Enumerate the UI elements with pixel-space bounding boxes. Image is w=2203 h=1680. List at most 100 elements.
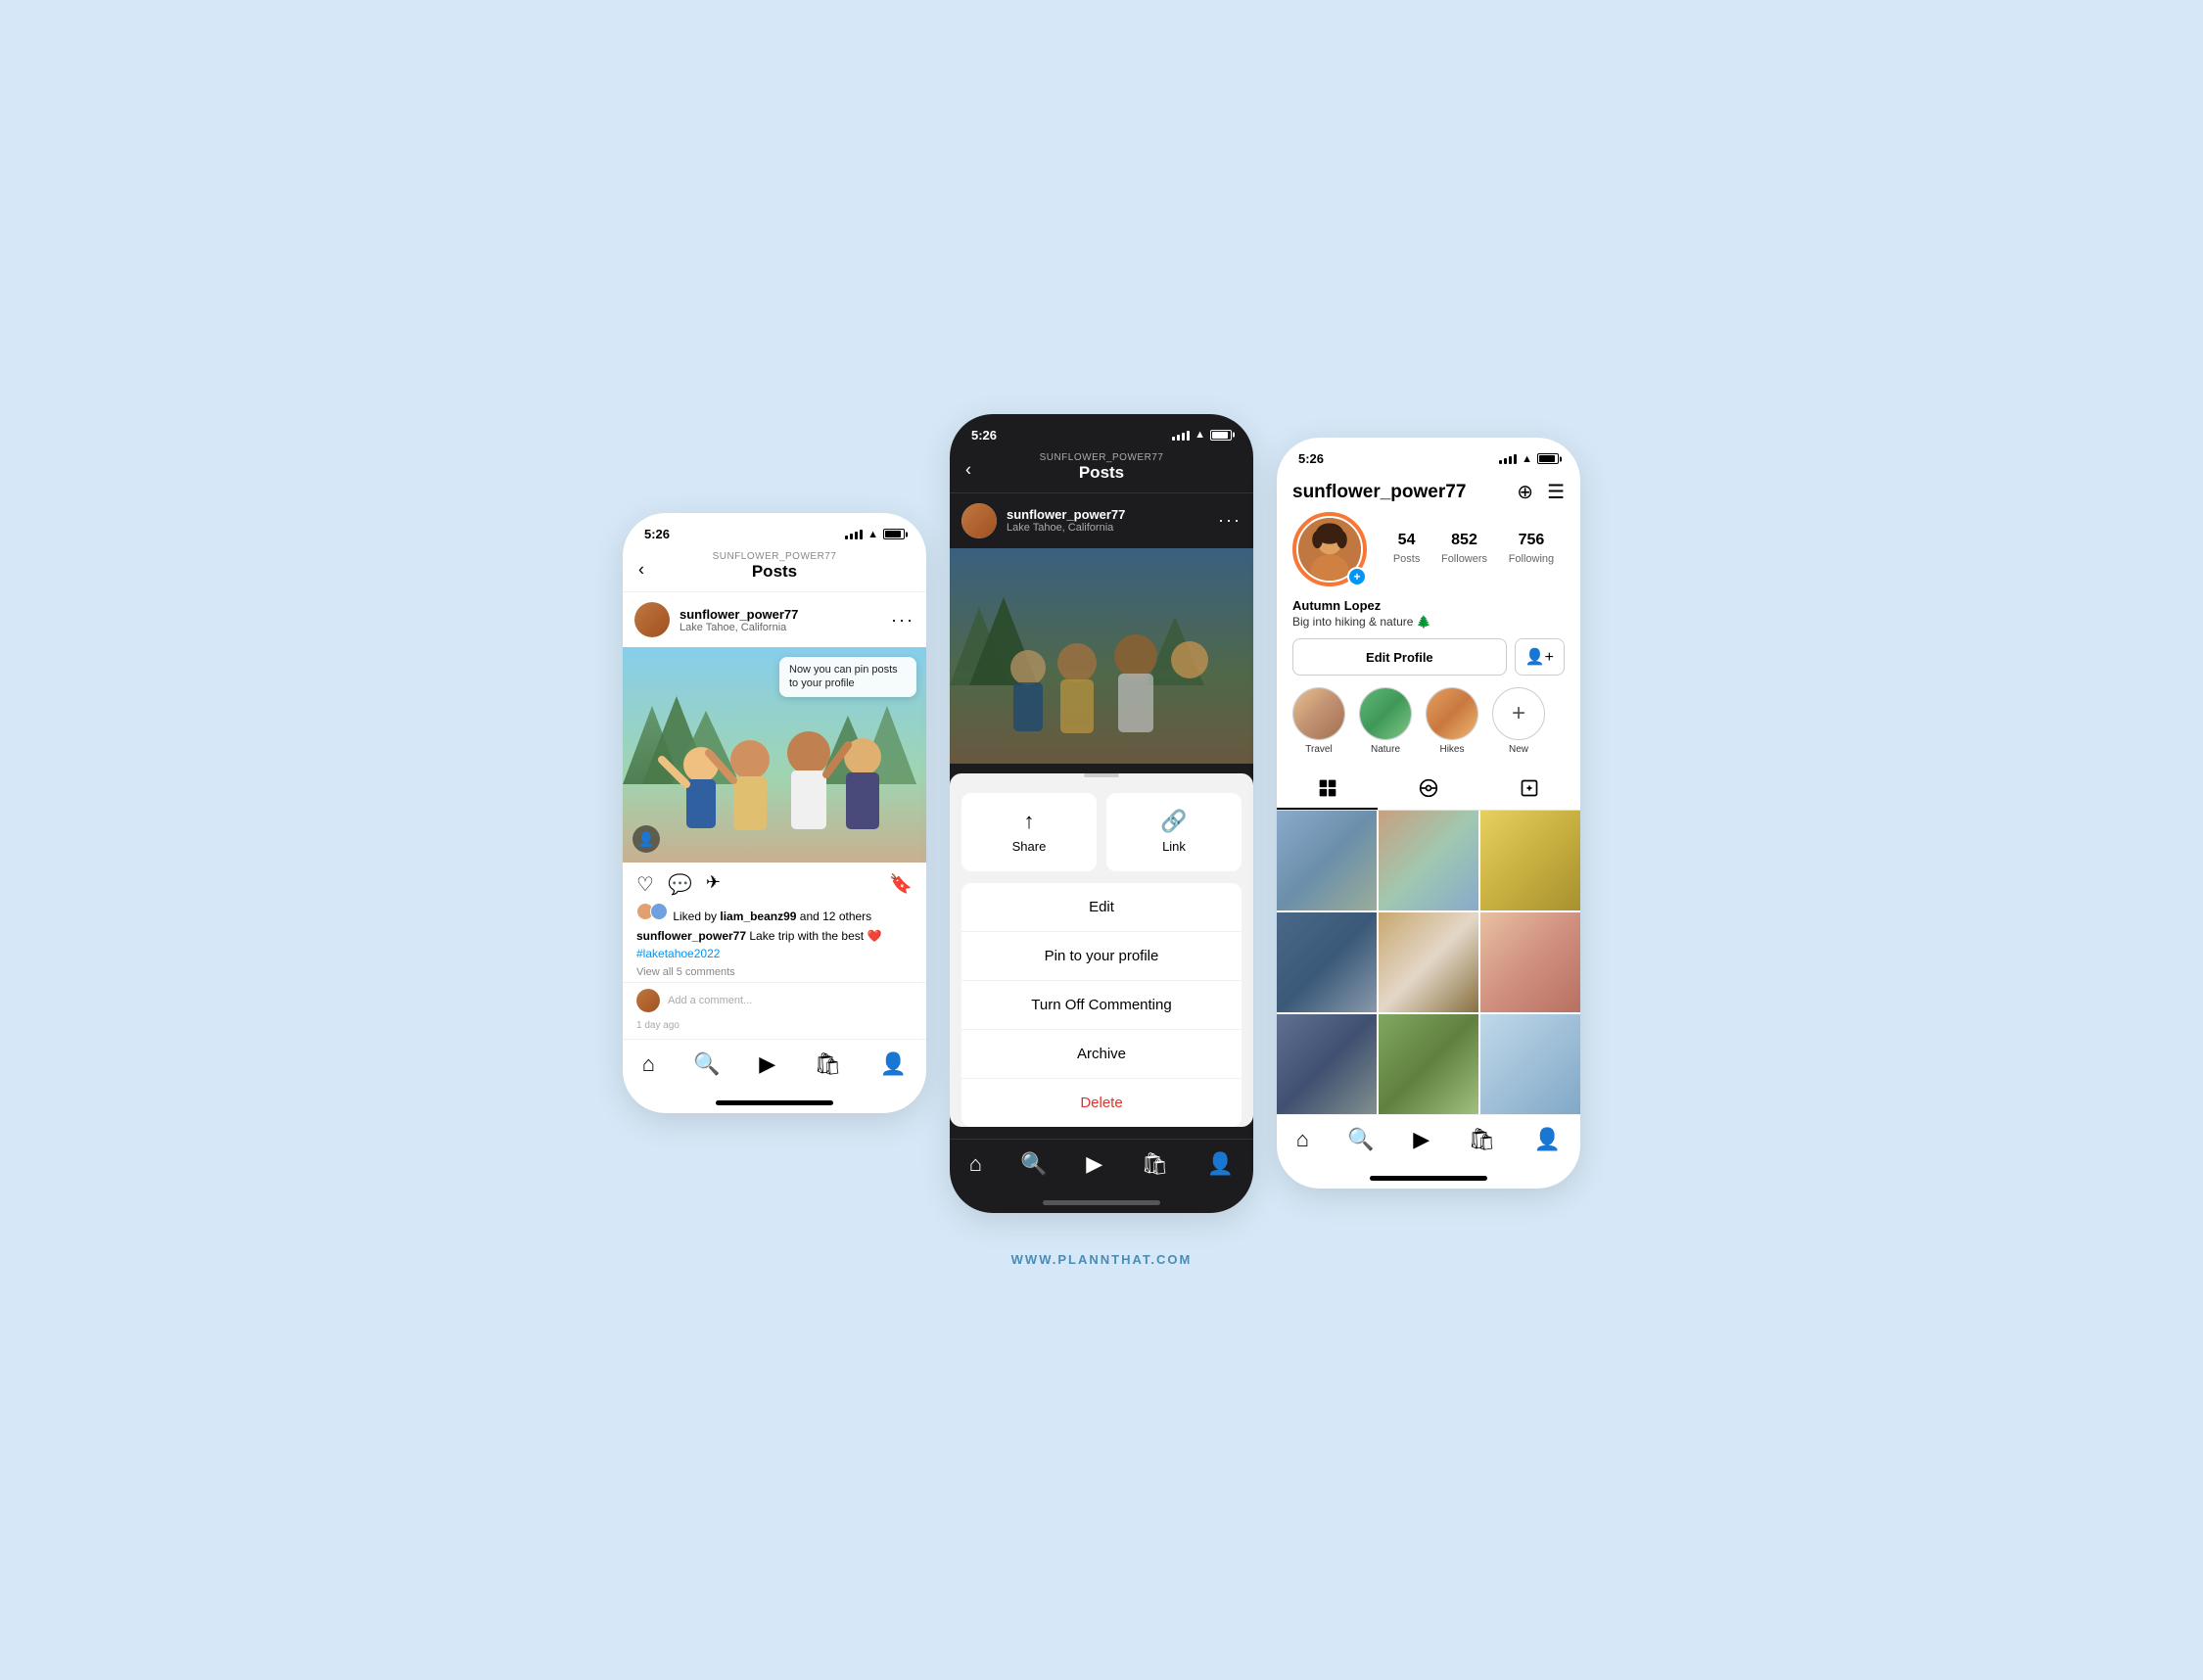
profile-tabs xyxy=(1277,769,1580,811)
phone-middle: 5:26 ▲ ‹ SUNFLOWER_POWER77 Posts xyxy=(950,414,1253,1213)
caption-text: Lake trip with the best ❤️ xyxy=(749,929,881,943)
sheet-handle xyxy=(1084,773,1119,777)
hashtag[interactable]: #laketahoe2022 xyxy=(636,947,720,960)
bio-name: Autumn Lopez xyxy=(1292,598,1565,613)
time-right: 5:26 xyxy=(1298,451,1324,466)
back-button-middle[interactable]: ‹ xyxy=(965,460,971,481)
nav-shop-middle[interactable]: 🛍 xyxy=(1142,1151,1169,1177)
nav-home-right[interactable]: ⌂ xyxy=(1296,1127,1309,1152)
pin-tooltip: Now you can pin posts to your profile xyxy=(779,657,916,697)
signal-icon-middle xyxy=(1172,430,1190,441)
add-post-icon[interactable]: ⊕ xyxy=(1517,480,1533,504)
liker-name[interactable]: liam_beanz99 xyxy=(720,910,796,923)
menu-edit[interactable]: Edit xyxy=(961,883,1242,932)
footer-url: WWW.PLANNTHAT.COM xyxy=(1011,1252,1193,1267)
photo-grid xyxy=(1277,811,1580,1114)
grid-photo-3[interactable] xyxy=(1480,811,1580,910)
menu-archive[interactable]: Archive xyxy=(961,1030,1242,1079)
nav-profile-right[interactable]: 👤 xyxy=(1534,1127,1561,1152)
grid-photo-7[interactable] xyxy=(1277,1014,1377,1114)
grid-photo-8[interactable] xyxy=(1379,1014,1478,1114)
post-avatar-middle xyxy=(961,503,997,538)
nav-reels-right[interactable]: ▶ xyxy=(1413,1127,1430,1152)
commenter-avatar xyxy=(636,989,660,1012)
highlight-hikes[interactable]: Hikes xyxy=(1426,687,1478,755)
nav-home-middle[interactable]: ⌂ xyxy=(969,1151,982,1177)
nav-title-middle: Posts xyxy=(965,463,1238,483)
nav-reels-left[interactable]: ▶ xyxy=(759,1051,775,1077)
grid-photo-5[interactable] xyxy=(1379,912,1478,1012)
highlights-row: Travel Nature Hikes + New xyxy=(1277,687,1580,769)
nav-search-right[interactable]: 🔍 xyxy=(1347,1127,1374,1152)
post-handle-left: sunflower_power77 xyxy=(680,607,798,622)
nav-username-middle: SUNFLOWER_POWER77 xyxy=(965,452,1238,463)
grid-photo-9[interactable] xyxy=(1480,1014,1580,1114)
status-icons-left: ▲ xyxy=(845,529,905,540)
bookmark-icon[interactable]: 🔖 xyxy=(889,872,913,897)
tagged-icon xyxy=(1520,778,1539,798)
highlight-new[interactable]: + New xyxy=(1492,687,1545,755)
nav-shop-right[interactable]: 🛍 xyxy=(1469,1127,1496,1152)
share-label: Share xyxy=(1012,839,1047,854)
status-bar-middle: 5:26 ▲ xyxy=(950,414,1253,448)
grid-photo-4[interactable] xyxy=(1277,912,1377,1012)
battery-icon xyxy=(883,529,905,539)
share-button[interactable]: ↑ Share xyxy=(961,793,1097,871)
back-button-left[interactable]: ‹ xyxy=(638,559,644,580)
profile-stats: 54 Posts 852 Followers 756 Following xyxy=(1383,532,1565,567)
nav-search-left[interactable]: 🔍 xyxy=(693,1051,720,1077)
post-handle-middle: sunflower_power77 xyxy=(1007,507,1125,522)
comment-icon[interactable]: 💬 xyxy=(668,872,692,897)
comments-link-left[interactable]: View all 5 comments xyxy=(623,966,926,982)
followers-label: Followers xyxy=(1441,553,1487,565)
nav-search-middle[interactable]: 🔍 xyxy=(1020,1151,1047,1177)
home-indicator-left xyxy=(716,1100,833,1105)
post-options-middle[interactable]: ··· xyxy=(1218,510,1242,531)
nav-shop-left[interactable]: 🛍 xyxy=(815,1051,842,1077)
tab-reels[interactable] xyxy=(1378,769,1478,810)
stat-followers[interactable]: 852 Followers xyxy=(1441,532,1487,567)
tab-tagged[interactable] xyxy=(1479,769,1580,810)
stat-following[interactable]: 756 Following xyxy=(1509,532,1554,567)
nav-profile-left[interactable]: 👤 xyxy=(880,1051,907,1077)
nav-header-left: ‹ SUNFLOWER_POWER77 Posts xyxy=(623,547,926,592)
like-icon[interactable]: ♡ xyxy=(636,872,654,897)
following-count: 756 xyxy=(1509,532,1554,549)
stat-posts[interactable]: 54 Posts xyxy=(1393,532,1421,567)
battery-icon-middle xyxy=(1210,430,1232,441)
share-icon[interactable]: ✈ xyxy=(706,872,721,897)
post-options-left[interactable]: ··· xyxy=(891,610,914,630)
highlight-travel[interactable]: Travel xyxy=(1292,687,1345,755)
comment-input[interactable]: Add a comment... xyxy=(668,995,913,1006)
highlight-nature[interactable]: Nature xyxy=(1359,687,1412,755)
add-story-badge[interactable]: + xyxy=(1347,567,1367,586)
menu-turn-off-commenting[interactable]: Turn Off Commenting xyxy=(961,981,1242,1030)
grid-photo-2[interactable] xyxy=(1379,811,1478,910)
post-likes-left: Liked by liam_beanz99 and 12 others xyxy=(623,903,926,927)
grid-photo-6[interactable] xyxy=(1480,912,1580,1012)
menu-icon[interactable]: ☰ xyxy=(1547,480,1565,504)
nav-reels-middle[interactable]: ▶ xyxy=(1086,1151,1102,1177)
nav-header-middle: ‹ SUNFLOWER_POWER77 Posts xyxy=(950,448,1253,493)
phone-right: 5:26 ▲ sunflower_power77 ⊕ ☰ xyxy=(1277,438,1580,1189)
add-people-button[interactable]: 👤+ xyxy=(1515,638,1565,676)
nav-home-left[interactable]: ⌂ xyxy=(642,1051,655,1077)
nav-title-left: Posts xyxy=(638,562,911,582)
edit-profile-row: Edit Profile 👤+ xyxy=(1277,638,1580,687)
status-bar-left: 5:26 ▲ xyxy=(623,513,926,547)
wifi-icon-right: ▲ xyxy=(1522,453,1532,465)
battery-icon-right xyxy=(1537,453,1559,464)
post-caption-left: sunflower_power77 Lake trip with the bes… xyxy=(623,927,926,966)
tab-grid[interactable] xyxy=(1277,769,1378,810)
status-icons-right: ▲ xyxy=(1499,453,1559,465)
link-button[interactable]: 🔗 Link xyxy=(1106,793,1242,871)
edit-profile-button[interactable]: Edit Profile xyxy=(1292,638,1507,676)
phone-left: 5:26 ▲ ‹ SUNFLOWER_POWER77 Posts xyxy=(623,513,926,1113)
post-image-middle xyxy=(950,548,1253,764)
bottom-nav-left: ⌂ 🔍 ▶ 🛍 👤 xyxy=(623,1039,926,1097)
menu-pin[interactable]: Pin to your profile xyxy=(961,932,1242,981)
grid-photo-1[interactable] xyxy=(1277,811,1377,910)
menu-delete[interactable]: Delete xyxy=(961,1079,1242,1127)
post-time-left: 1 day ago xyxy=(623,1020,926,1039)
nav-profile-middle[interactable]: 👤 xyxy=(1207,1151,1234,1177)
